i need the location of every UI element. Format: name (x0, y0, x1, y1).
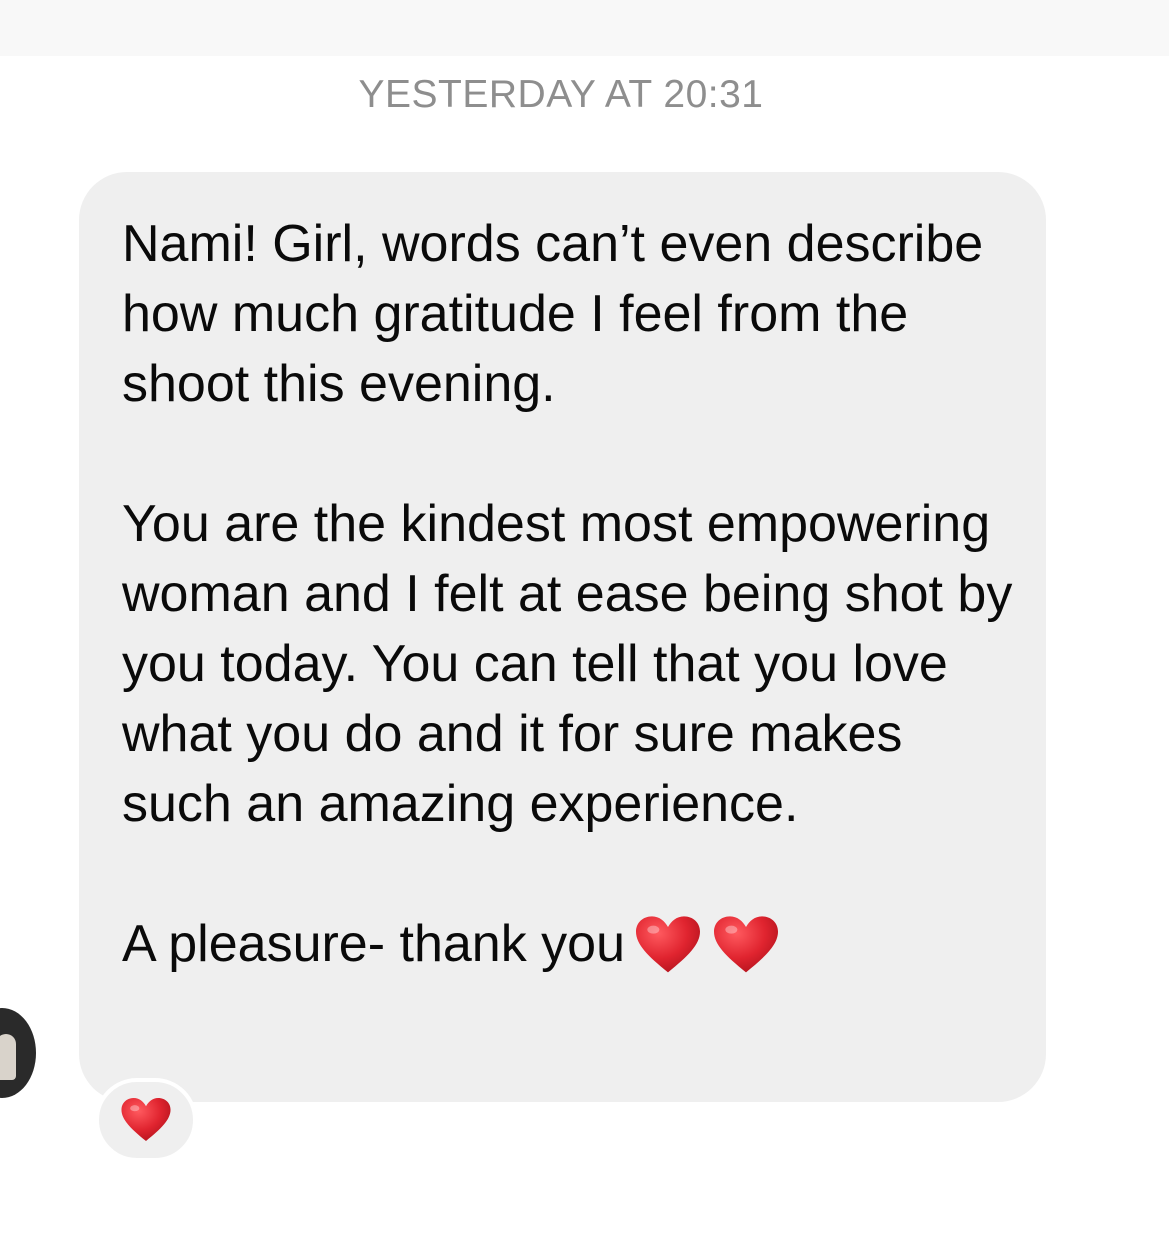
message-timestamp: YESTERDAY AT 20:31 (358, 73, 764, 116)
top-strip (0, 0, 1169, 56)
red-heart-icon (633, 915, 703, 975)
message-closing-text: A pleasure- thank you (122, 915, 625, 973)
avatar-photo (0, 1034, 16, 1080)
message-closing-line: A pleasure- thank you (122, 909, 1016, 979)
message-paragraph: Nami! Girl, words can’t even describe ho… (122, 215, 984, 413)
message-bubble[interactable]: Nami! Girl, words can’t even describe ho… (79, 172, 1046, 1102)
message-paragraph: You are the kindest most empowering woma… (122, 495, 1013, 833)
red-heart-icon (711, 915, 781, 975)
red-heart-icon (120, 1097, 172, 1143)
sender-avatar[interactable] (0, 1008, 36, 1098)
heart-reaction-badge[interactable] (95, 1078, 197, 1162)
